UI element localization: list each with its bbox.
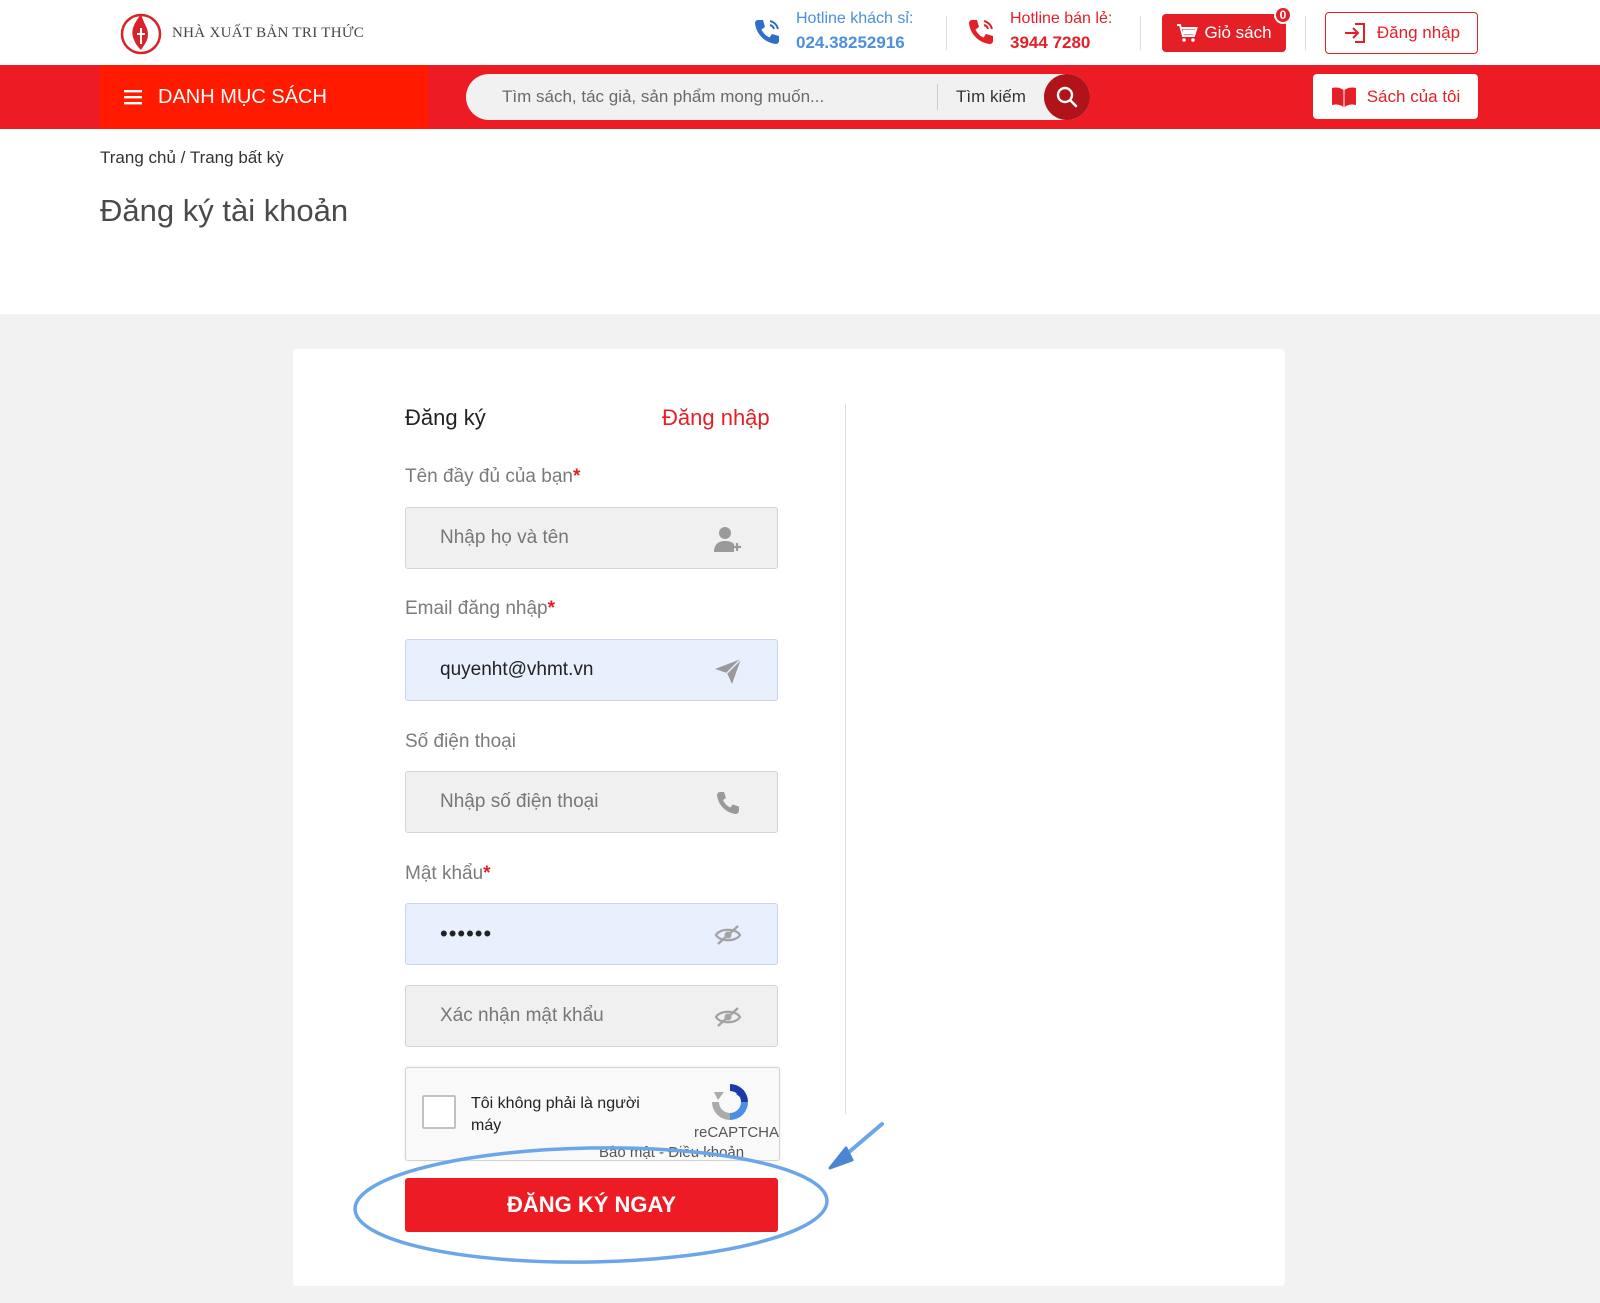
full-name-input[interactable] <box>440 508 720 568</box>
tab-signup[interactable]: Đăng ký <box>405 405 486 431</box>
hotline-retail-label: Hotline bán lẻ: <box>1010 10 1113 27</box>
phone-icon <box>969 20 993 44</box>
flame-logo-icon <box>120 13 162 55</box>
search-bar: Tìm kiếm <box>466 74 1090 120</box>
cart-icon <box>1177 24 1199 42</box>
main-navbar: DANH MỤC SÁCH Tìm kiếm Sách của tôi <box>0 65 1600 129</box>
hotline-wholesale[interactable]: Hotline khách sỉ: 024.38252916 <box>750 8 913 56</box>
breadcrumb: Trang chủ / Trang bất kỳ <box>100 148 284 168</box>
confirm-password-field <box>405 985 778 1047</box>
full-name-label-text: Tên đầy đủ của bạn <box>405 466 573 487</box>
recaptcha-links: Bảo mật - Điều khoản <box>599 1144 744 1161</box>
card-vertical-divider <box>845 404 846 1114</box>
recaptcha-widget: Tôi không phải là người máy reCAPTCHA Bả… <box>405 1067 780 1161</box>
search-icon <box>1056 86 1078 108</box>
register-now-button[interactable]: ĐĂNG KÝ NGAY <box>405 1178 778 1232</box>
tab-login[interactable]: Đăng nhập <box>662 405 770 431</box>
breadcrumb-current: Trang bất kỳ <box>189 148 284 167</box>
recaptcha-checkbox[interactable] <box>422 1095 456 1129</box>
confirm-password-input[interactable] <box>440 986 720 1046</box>
logo-text: NHÀ XUẤT BẢN TRI THỨC <box>172 24 365 41</box>
phone-icon <box>713 788 743 818</box>
publisher-logo[interactable]: NHÀ XUẤT BẢN TRI THỨC <box>118 10 364 56</box>
breadcrumb-home-link[interactable]: Trang chủ <box>100 148 176 167</box>
recaptcha-terms-link[interactable]: Điều khoản <box>668 1144 744 1160</box>
hotline-wholesale-number[interactable]: 024.38252916 <box>796 30 913 56</box>
full-name-label: Tên đầy đủ của bạn* <box>405 466 580 488</box>
email-label-text: Email đăng nhập <box>405 598 548 619</box>
recaptcha-brand: reCAPTCHA <box>694 1124 780 1141</box>
my-books-button[interactable]: Sách của tôi <box>1313 74 1478 119</box>
password-label: Mật khẩu* <box>405 863 491 885</box>
phone-field <box>405 771 778 833</box>
login-button[interactable]: Đăng nhập <box>1325 12 1478 54</box>
required-mark: * <box>483 863 491 884</box>
password-input[interactable] <box>440 904 720 964</box>
my-books-label: Sách của tôi <box>1366 86 1461 106</box>
hotline-wholesale-label: Hotline khách sỉ: <box>796 10 914 27</box>
hotline-retail-number[interactable]: 3944 7280 <box>1010 30 1112 56</box>
recaptcha-link-separator: - <box>659 1144 665 1161</box>
full-name-field <box>405 507 778 569</box>
search-divider <box>937 84 938 110</box>
header-divider <box>1140 16 1141 50</box>
catalog-label: DANH MỤC SÁCH <box>158 85 327 108</box>
recaptcha-text: Tôi không phải là người máy <box>471 1095 640 1134</box>
email-label: Email đăng nhập* <box>405 598 555 620</box>
hotline-retail[interactable]: Hotline bán lẻ: 3944 7280 <box>964 8 1112 56</box>
email-input[interactable] <box>440 640 720 700</box>
header-divider <box>1305 16 1306 50</box>
login-label: Đăng nhập <box>1376 23 1461 42</box>
send-icon <box>713 656 743 686</box>
eye-slash-icon[interactable] <box>713 920 743 950</box>
breadcrumb-separator: / <box>180 148 186 167</box>
top-header: NHÀ XUẤT BẢN TRI THỨC Hotline khách sỉ: … <box>0 0 1600 65</box>
recaptcha-logo-icon <box>712 1084 748 1120</box>
search-button[interactable] <box>1044 74 1090 120</box>
cart-button[interactable]: Giỏ sách 0 <box>1162 6 1292 52</box>
cart-count-badge: 0 <box>1274 6 1292 24</box>
phone-input[interactable] <box>440 772 720 832</box>
password-field <box>405 903 778 965</box>
required-mark: * <box>547 598 556 619</box>
login-icon <box>1344 23 1365 43</box>
phone-label-text: Số điện thoại <box>405 731 516 752</box>
hamburger-icon <box>124 90 142 105</box>
email-field <box>405 639 778 701</box>
open-book-icon <box>1331 87 1356 107</box>
header-divider <box>946 16 947 50</box>
required-mark: * <box>572 466 581 487</box>
search-label[interactable]: Tìm kiếm <box>956 87 1026 107</box>
recaptcha-privacy-link[interactable]: Bảo mật <box>599 1144 655 1160</box>
eye-slash-icon[interactable] <box>713 1002 743 1032</box>
search-input[interactable] <box>502 74 932 120</box>
cart-label: Giỏ sách <box>1204 23 1272 42</box>
book-catalog-menu[interactable]: DANH MỤC SÁCH <box>100 65 428 129</box>
password-label-text: Mật khẩu <box>405 863 484 884</box>
phone-icon <box>755 20 779 44</box>
add-user-icon <box>713 524 743 554</box>
phone-label: Số điện thoại <box>405 731 516 753</box>
page-title: Đăng ký tài khoản <box>100 193 349 228</box>
